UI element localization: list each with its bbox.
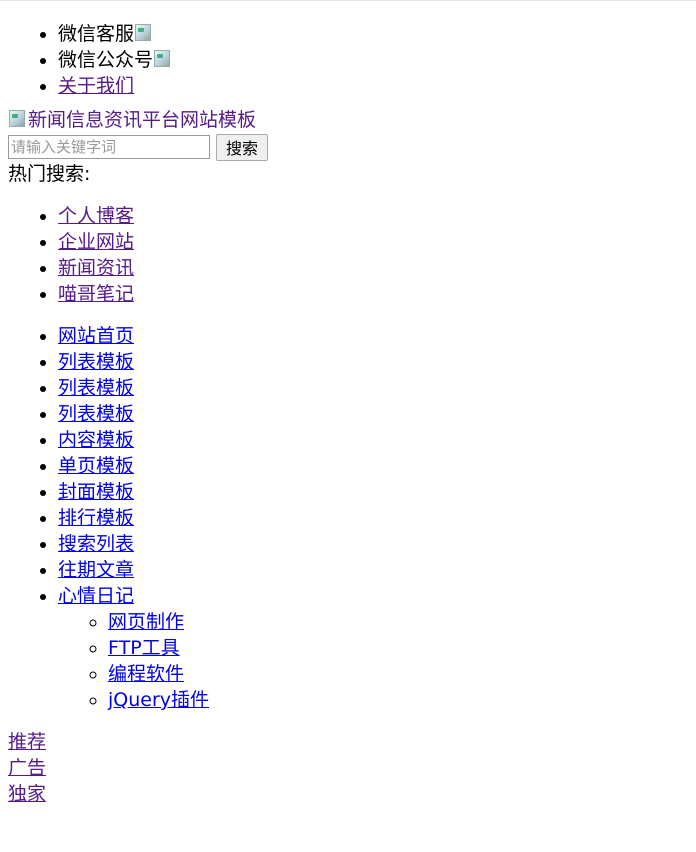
nav-link[interactable]: 封面模板 [58, 481, 134, 503]
top-link-label: 微信客服 [58, 23, 135, 45]
top-link-about: 关于我们 [58, 73, 688, 99]
nav-item: 列表模板 [58, 349, 688, 375]
submenu-link[interactable]: 网页制作 [108, 611, 184, 633]
submenu-link[interactable]: 编程软件 [108, 663, 184, 685]
nav-link[interactable]: 列表模板 [58, 403, 134, 425]
nav-item: 往期文章 [58, 557, 688, 583]
nav-link[interactable]: 搜索列表 [58, 533, 134, 555]
page-content: 微信客服 微信公众号 关于我们 新闻信息资讯平台网站模板 搜索 热门搜索: 个人… [8, 21, 688, 807]
nav-item: 封面模板 [58, 479, 688, 505]
nav-link-home[interactable]: 网站首页 [58, 325, 134, 347]
hot-search-link[interactable]: 新闻资讯 [58, 257, 134, 279]
submenu-item: FTP工具 [108, 635, 688, 661]
nav-item: 网站首页 [58, 323, 688, 349]
nav-item: 排行模板 [58, 505, 688, 531]
nav-item: 心情日记 网页制作 FTP工具 编程软件 jQuery插件 [58, 583, 688, 713]
list-item: 企业网站 [58, 229, 688, 255]
submenu-link[interactable]: FTP工具 [108, 637, 180, 659]
search-button[interactable]: 搜索 [216, 133, 269, 161]
nav-link[interactable]: 往期文章 [58, 559, 134, 581]
qr-code-image-icon [153, 49, 171, 68]
broken-image-icon [8, 109, 26, 128]
nav-item: 内容模板 [58, 427, 688, 453]
about-us-link[interactable]: 关于我们 [58, 75, 134, 97]
submenu-link[interactable]: jQuery插件 [108, 689, 209, 711]
list-item: 新闻资讯 [58, 255, 688, 281]
nav-item: 搜索列表 [58, 531, 688, 557]
submenu-item: 网页制作 [108, 609, 688, 635]
nav-link[interactable]: 内容模板 [58, 429, 134, 451]
tag-link-recommend[interactable]: 推荐 [8, 729, 688, 755]
logo[interactable]: 新闻信息资讯平台网站模板 [8, 107, 688, 133]
nav-link[interactable]: 列表模板 [58, 377, 134, 399]
logo-alt-text[interactable]: 新闻信息资讯平台网站模板 [28, 109, 256, 131]
top-link-label: 微信公众号 [58, 49, 154, 71]
tag-link-ads[interactable]: 广告 [8, 755, 688, 781]
top-links: 微信客服 微信公众号 关于我们 [8, 21, 688, 99]
hot-search-link[interactable]: 个人博客 [58, 205, 134, 227]
nav-item: 列表模板 [58, 401, 688, 427]
list-item: 喵哥笔记 [58, 281, 688, 307]
tag-links: 推荐 广告 独家 [8, 729, 688, 807]
submenu-item: 编程软件 [108, 661, 688, 687]
nav-link-diary[interactable]: 心情日记 [58, 585, 134, 607]
nav-item: 单页模板 [58, 453, 688, 479]
main-nav: 网站首页 列表模板 列表模板 列表模板 内容模板 单页模板 封面模板 排行模板 … [8, 323, 688, 713]
nav-submenu: 网页制作 FTP工具 编程软件 jQuery插件 [58, 609, 688, 713]
list-item: 个人博客 [58, 203, 688, 229]
hot-search-list: 个人博客 企业网站 新闻资讯 喵哥笔记 [8, 203, 688, 307]
hot-search-link[interactable]: 企业网站 [58, 231, 134, 253]
hot-search-label: 热门搜索: [8, 163, 91, 185]
tag-link-exclusive[interactable]: 独家 [8, 781, 688, 807]
nav-link[interactable]: 单页模板 [58, 455, 134, 477]
submenu-item: jQuery插件 [108, 687, 688, 713]
top-link-wechat-official[interactable]: 微信公众号 [58, 47, 688, 73]
top-divider [0, 0, 696, 1]
search-bar: 搜索 [8, 133, 688, 161]
nav-link[interactable]: 排行模板 [58, 507, 134, 529]
nav-item: 列表模板 [58, 375, 688, 401]
search-input[interactable] [8, 135, 210, 159]
nav-link[interactable]: 列表模板 [58, 351, 134, 373]
hot-search-link[interactable]: 喵哥笔记 [58, 283, 134, 305]
qr-code-image-icon [134, 23, 152, 42]
top-link-wechat-service[interactable]: 微信客服 [58, 21, 688, 47]
